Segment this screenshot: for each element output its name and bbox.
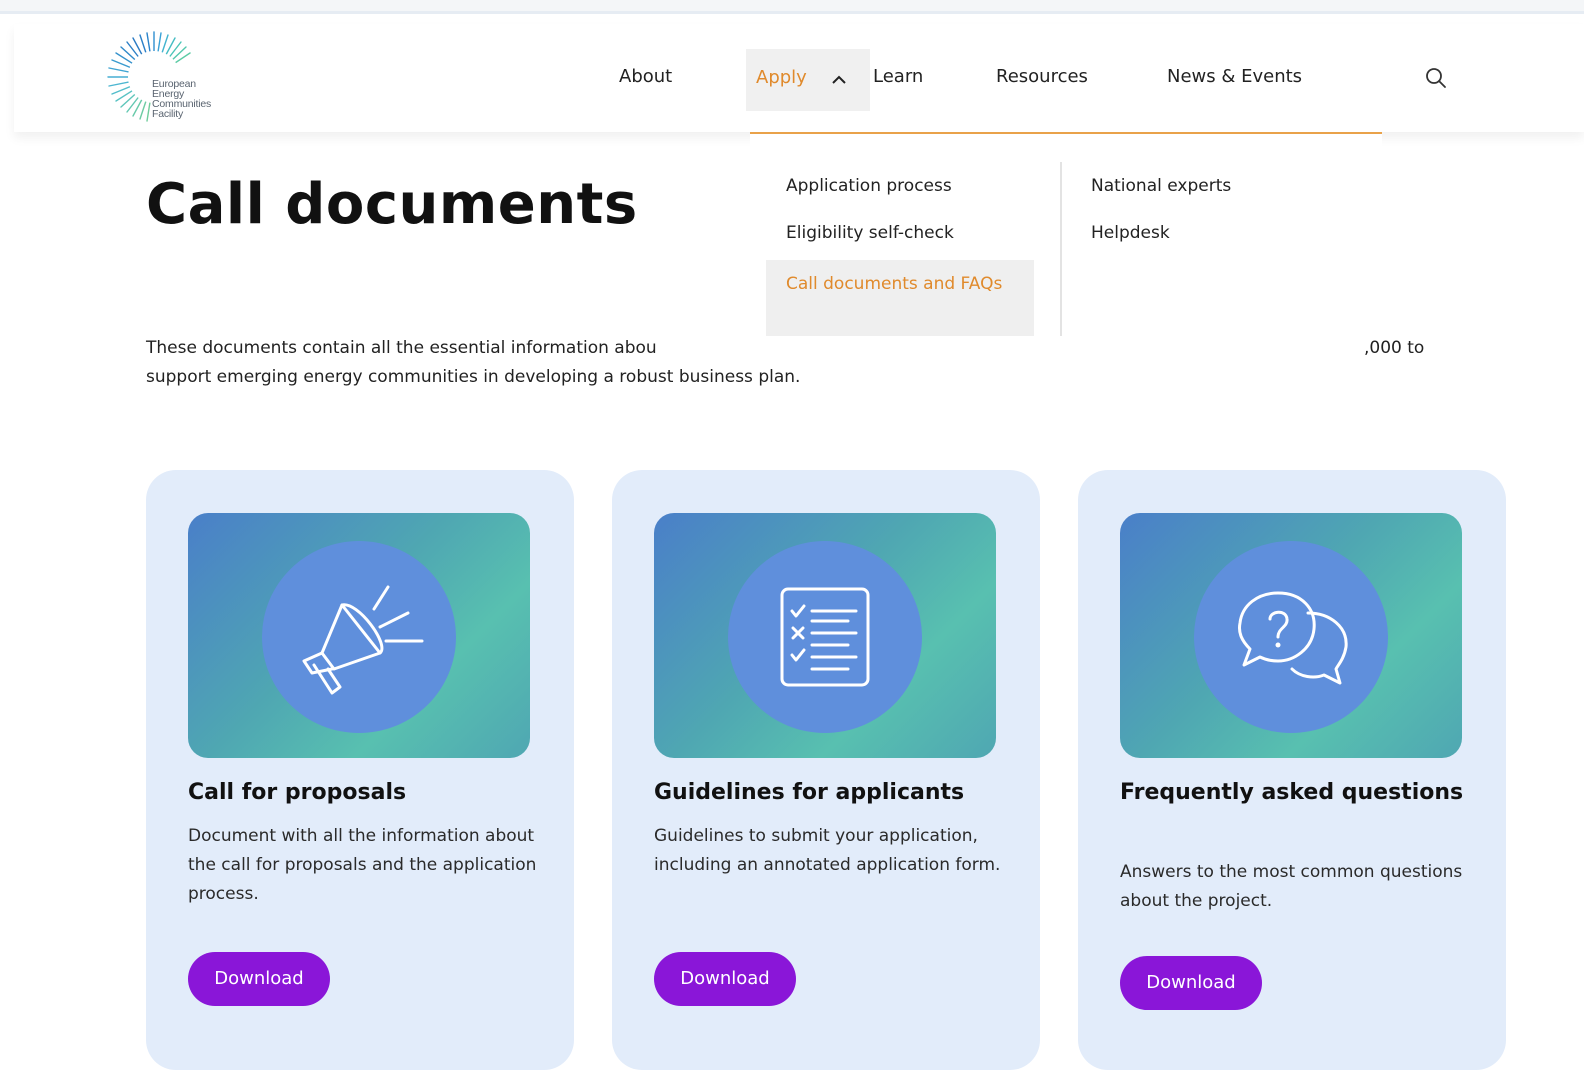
question-chat-icon (1238, 591, 1348, 685)
card-image (1120, 513, 1462, 758)
nav-apply[interactable]: Apply (746, 49, 870, 111)
download-button[interactable]: Download (1120, 956, 1262, 1010)
card-frequently-asked-questions: Frequently asked questions Answers to th… (1078, 470, 1506, 1070)
nav-apply-label: Apply (756, 67, 807, 88)
chevron-up-icon (832, 75, 846, 84)
icon-circle (728, 541, 922, 733)
site-logo[interactable]: European Energy Communities Facility (104, 30, 244, 124)
dropdown-application-process[interactable]: Application process (786, 176, 952, 196)
card-call-for-proposals: Call for proposals Document with all the… (146, 470, 574, 1070)
search-icon (1426, 68, 1446, 88)
download-button[interactable]: Download (654, 952, 796, 1006)
dropdown-call-documents-label: Call documents and FAQs (786, 274, 1003, 294)
nav-news-events[interactable]: News & Events (1167, 66, 1302, 87)
card-guidelines-for-applicants: Guidelines for applicants Guidelines to … (612, 470, 1040, 1070)
nav-resources[interactable]: Resources (996, 66, 1088, 87)
card-description: Answers to the most common questions abo… (1120, 862, 1463, 911)
intro-text-line2: support emerging energy communities in d… (146, 367, 801, 387)
icon-circle (1194, 541, 1388, 733)
dropdown-eligibility-self-check[interactable]: Eligibility self-check (786, 223, 954, 243)
nav-learn[interactable]: Learn (873, 66, 923, 87)
card-title: Frequently asked questions (1120, 780, 1464, 805)
site-header: European Energy Communities Facility Abo… (14, 24, 1584, 132)
dropdown-divider (1060, 162, 1062, 336)
nav-about[interactable]: About (619, 66, 672, 87)
megaphone-icon (302, 585, 424, 695)
checklist-icon (780, 587, 870, 687)
card-image (188, 513, 530, 758)
dropdown-national-experts[interactable]: National experts (1091, 176, 1231, 196)
card-description: Document with all the information about … (188, 826, 537, 904)
dropdown-helpdesk[interactable]: Helpdesk (1091, 223, 1170, 243)
card-title: Call for proposals (188, 780, 407, 805)
download-button[interactable]: Download (188, 952, 330, 1006)
card-description: Guidelines to submit your application, i… (654, 826, 1001, 875)
intro-text-line1-end: ,000 to (1364, 338, 1425, 358)
search-button[interactable] (1424, 66, 1448, 90)
browser-top-strip (0, 0, 1584, 14)
apply-dropdown-menu: Application process Eligibility self-che… (750, 132, 1382, 338)
page-title: Call documents (146, 172, 638, 237)
dropdown-call-documents[interactable]: Call documents and FAQs (766, 260, 1034, 336)
icon-circle (262, 541, 456, 733)
intro-text-line1-start: These documents contain all the essentia… (146, 338, 657, 358)
card-image (654, 513, 996, 758)
logo-text: European Energy Communities Facility (152, 78, 212, 120)
card-title: Guidelines for applicants (654, 780, 965, 805)
